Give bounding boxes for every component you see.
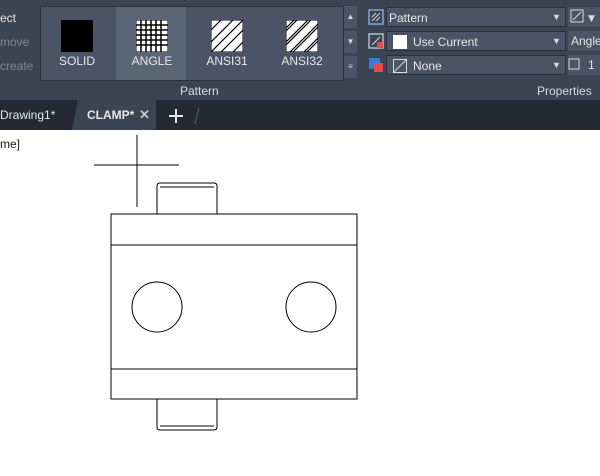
solid-fill-icon: [61, 20, 93, 52]
ribbon: ect move create SOLID ANGLE ANSI31 ANSI3…: [0, 0, 600, 111]
angle-grid-icon: [136, 20, 168, 52]
pattern-panel-title: Pattern: [180, 84, 219, 98]
drawing-canvas[interactable]: [0, 130, 600, 476]
document-tabbar: Drawing1* CLAMP* ✕: [0, 100, 600, 130]
close-icon[interactable]: ✕: [139, 100, 150, 130]
tab-label: CLAMP*: [87, 108, 135, 122]
tab-clamp[interactable]: CLAMP* ✕: [72, 100, 156, 130]
chevron-down-icon: ▼: [552, 60, 561, 70]
angle-field[interactable]: Angle: [568, 31, 600, 51]
scale-value: 1: [588, 58, 595, 72]
pattern-solid[interactable]: SOLID: [41, 7, 111, 80]
ansi31-hatch-icon: [211, 20, 243, 52]
gallery-scroll-down-button[interactable]: ▼: [344, 31, 357, 53]
clamp-hole-right: [285, 281, 337, 333]
chevron-down-icon: ▼: [552, 36, 561, 46]
swatch-label: ANSI32: [281, 54, 323, 68]
hatch-color-icon: [367, 32, 385, 50]
clamp-drawing: [94, 135, 358, 431]
scale-field[interactable]: 1: [568, 55, 600, 75]
gallery-scroll: ▲ ▼ ≡: [344, 6, 357, 79]
plus-icon: [169, 109, 183, 123]
tab-drawing1[interactable]: Drawing1*: [0, 100, 70, 130]
chevron-down-icon: ▼: [552, 12, 561, 22]
hatch-type-icon: [367, 8, 385, 26]
new-tab-button[interactable]: [166, 106, 186, 126]
pattern-angle[interactable]: ANGLE: [116, 7, 186, 80]
clamp-top-stub: [156, 182, 218, 214]
ribbon-left-panel: ect move create: [0, 0, 37, 100]
svg-text:▼: ▼: [588, 14, 595, 24]
clamp-hole-left: [131, 281, 183, 333]
gallery-expand-button[interactable]: ≡: [344, 56, 357, 78]
remove-command[interactable]: move: [0, 35, 29, 49]
pattern-gallery: SOLID ANGLE ANSI31 ANSI32: [40, 6, 344, 81]
background-color-value: None: [413, 59, 442, 73]
swatch-label: ANGLE: [131, 54, 173, 68]
transparency-button[interactable]: ▼: [568, 7, 600, 27]
background-color-icon: [367, 56, 385, 74]
command-prompt-text: me]: [0, 137, 21, 151]
hatch-color-dropdown[interactable]: Use Current ▼: [386, 31, 566, 51]
gallery-scroll-up-button[interactable]: ▲: [344, 6, 357, 28]
angle-label: Angle: [571, 34, 600, 48]
clamp-body: [110, 213, 358, 400]
background-color-dropdown[interactable]: None ▼: [386, 55, 566, 75]
properties-title-label: Properties: [537, 84, 592, 98]
select-command[interactable]: ect: [0, 11, 16, 25]
hatch-color-value: Use Current: [413, 35, 478, 49]
swatch-label: ANSI31: [206, 54, 248, 68]
color-swatch: [393, 35, 407, 49]
tab-label: Drawing1*: [0, 108, 56, 122]
swatch-label: SOLID: [58, 54, 95, 68]
recreate-command[interactable]: create: [0, 59, 33, 73]
hatch-type-dropdown[interactable]: Pattern ▼: [386, 7, 566, 27]
tab-separator: [193, 106, 201, 126]
ansi32-hatch-icon: [286, 20, 318, 52]
pattern-ansi32[interactable]: ANSI32: [266, 7, 336, 80]
pattern-ansi31[interactable]: ANSI31: [191, 7, 261, 80]
hatch-type-value: Pattern: [389, 11, 428, 25]
none-swatch-icon: [393, 59, 407, 73]
clamp-bottom-stub: [156, 399, 218, 431]
